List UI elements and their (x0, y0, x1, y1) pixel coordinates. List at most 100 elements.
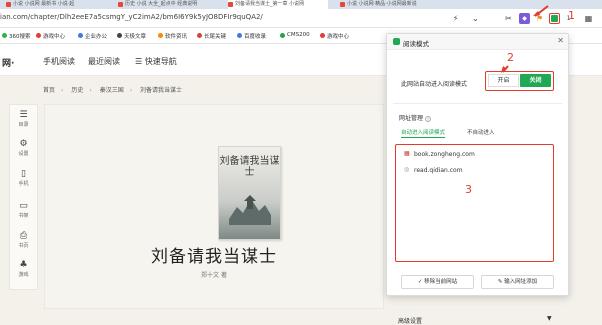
phone-icon: ▯ (21, 169, 26, 179)
close-icon[interactable]: ✕ (557, 36, 564, 45)
side-menu-book-page[interactable]: ⎙ 书页 (10, 231, 37, 249)
tab-strip: 小说 小说网 最新书 小说·起 历史 小说 大全_起点中 经典说明 刘备请我当谋… (0, 0, 602, 9)
bookmark-icon (158, 33, 163, 38)
book-card: 刘备请我当谋士 刘备请我当谋士 郑十文 著 (44, 104, 384, 309)
site-list-item[interactable]: ◎ read.qidian.com (404, 166, 463, 175)
bookmark-label: 游戏中心 (327, 34, 350, 40)
bookmark-icon (36, 33, 41, 38)
cover-landscape-icon (229, 195, 271, 225)
advanced-settings[interactable]: 高级设置 (398, 316, 422, 325)
browser-tab[interactable]: 历史 小说 大全_起点中 经典说明 (118, 0, 218, 9)
globe-icon: ◎ (404, 166, 410, 173)
popup-header: 阅读模式 ✕ (387, 34, 568, 50)
side-menu-settings[interactable]: ⚙ 设置 (10, 139, 37, 157)
add-site-button[interactable]: ✎ 输入网址添加 (481, 275, 554, 289)
cut-icon[interactable]: ✂ (503, 13, 514, 24)
chevron-down-icon[interactable]: ⌄ (470, 13, 481, 24)
menu-icon: ☰ (135, 57, 145, 66)
nav-quick-label: 快速导航 (144, 57, 177, 66)
auto-reading-label: 此网站自动进入阅读模式 (401, 81, 468, 88)
bookshelf-icon: ▭ (19, 201, 28, 211)
bookmark-icon (280, 33, 285, 38)
bookmark-item[interactable]: 软件资讯 (158, 32, 187, 40)
tab-never-enter[interactable]: 不自动进入 (467, 128, 495, 136)
annotation-number-3: 3 (465, 183, 472, 196)
bookmark-label: 360搜索 (9, 34, 31, 40)
address-bar: ian.com/chapter/Dlh2eeE7a5csmgY_yC2imA2/… (0, 9, 602, 28)
reader-mode-icon[interactable] (549, 13, 560, 24)
tab-favicon-icon (228, 2, 233, 7)
chevron-down-icon[interactable]: ▼ (547, 315, 552, 322)
site-logo[interactable]: 网· (2, 56, 14, 69)
bookmark-item[interactable]: CMS200 (280, 32, 310, 38)
tab-favicon-icon (340, 2, 345, 7)
bookmark-icon (117, 33, 122, 38)
disable-button[interactable]: 关闭 (520, 74, 551, 87)
side-menu-bookshelf[interactable]: ▭ 书架 (10, 201, 37, 219)
remove-site-button[interactable]: ✓ 移除当前网站 (401, 275, 474, 289)
breadcrumb-separator: › (129, 87, 133, 94)
browser-tab[interactable]: 小说 小说网·精品·小说网最新说 (340, 0, 440, 9)
bookmark-label: 长尾关键 (204, 34, 227, 40)
tab-favicon-icon (6, 2, 11, 7)
list-icon: ☰ (19, 110, 28, 120)
bookmark-label: 百度收录 (244, 34, 267, 40)
apps-grid-icon[interactable]: ▦ (583, 13, 594, 24)
lightning-icon[interactable]: ⚡ (450, 13, 461, 24)
site-url: read.qidian.com (414, 167, 463, 174)
bookmark-item[interactable]: 长尾关键 (197, 32, 226, 40)
book-cover[interactable]: 刘备请我当谋士 (218, 146, 281, 240)
side-menu-catalog[interactable]: ☰ 目录 (10, 110, 37, 128)
add-site-label: 输入网址添加 (504, 279, 538, 285)
breadcrumb-item[interactable]: 秦汉三国 (100, 87, 124, 94)
side-menu-phone[interactable]: ▯ 手机 (10, 169, 37, 187)
bookmark-icon (78, 33, 83, 38)
tab-label: 小说 小说网 最新书 小说·起 (13, 1, 75, 7)
browser-tab[interactable]: 小说 小说网 最新书 小说·起 (6, 0, 106, 9)
site-management-title: 网址管理? (399, 113, 432, 122)
bookmark-label: 天极文章 (124, 34, 147, 40)
tab-label: 刘备请我当谋士_第一章 小说网 (235, 1, 305, 7)
nav-mobile-read[interactable]: 手机阅读 (43, 56, 75, 67)
bookmark-item[interactable]: 百度收录 (237, 32, 266, 40)
browser-tab-active[interactable]: 刘备请我当谋士_第一章 小说网 (228, 0, 328, 9)
breadcrumb-separator: › (61, 87, 64, 94)
nav-quick[interactable]: ☰ 快速导航 (135, 56, 177, 67)
enable-button[interactable]: 开启 (488, 74, 519, 87)
settings-icon: ⚙ (19, 139, 28, 149)
tab-auto-enter[interactable]: 自动进入阅读模式 (401, 128, 446, 138)
remove-site-label: 移除当前网站 (424, 279, 458, 285)
bookmark-item[interactable]: 企业办公 (78, 32, 107, 40)
side-menu-label: 书页 (18, 243, 29, 249)
bookmark-icon (237, 33, 242, 38)
extension-icon[interactable]: ◆ (519, 13, 530, 24)
side-menu-label: 手机 (18, 181, 29, 187)
game-icon: ♣ (19, 260, 28, 270)
side-menu-label: 设置 (18, 151, 29, 157)
breadcrumb-item[interactable]: 刘备请我当谋士 (140, 87, 182, 94)
site-list-item[interactable]: ▦ book.zongheng.com (404, 150, 475, 159)
bookmark-item[interactable]: 天极文章 (117, 32, 146, 40)
reading-mode-popup: 阅读模式 ✕ 此网站自动进入阅读模式 开启 关闭 网址管理? 自动进入阅读模式 … (386, 33, 569, 325)
breadcrumb-item[interactable]: 历史 (71, 87, 83, 94)
side-menu: ☰ 目录 ⚙ 设置 ▯ 手机 ▭ 书架 ⎙ 书页 ♣ 游戏 (9, 104, 38, 290)
site-favicon-icon: ▦ (404, 150, 410, 157)
divider (393, 304, 562, 305)
side-menu-label: 游戏 (18, 272, 29, 278)
side-menu-game[interactable]: ♣ 游戏 (10, 260, 37, 278)
flag-icon[interactable]: ⚑ (534, 13, 545, 24)
bookmark-label: 游戏中心 (43, 34, 66, 40)
bookmark-item[interactable]: 游戏中心 (36, 32, 65, 40)
tab-label: 小说 小说网·精品·小说网最新说 (347, 1, 417, 7)
book-author[interactable]: 郑十文 著 (45, 270, 383, 279)
help-icon[interactable]: ? (425, 115, 432, 122)
bookmark-item[interactable]: 360搜索 (2, 32, 31, 40)
side-menu-label: 书架 (18, 213, 29, 219)
auto-reading-toggle: 开启 关闭 (485, 71, 554, 91)
tab-favicon-icon (118, 2, 123, 7)
url-field[interactable]: ian.com/chapter/Dlh2eeE7a5csmgY_yC2imA2/… (0, 13, 263, 21)
breadcrumb-item[interactable]: 首页 (43, 87, 55, 94)
nav-recent-read[interactable]: 最近阅读 (88, 56, 120, 67)
book-title: 刘备请我当谋士 (151, 247, 277, 267)
bookmark-item[interactable]: 游戏中心 (320, 32, 349, 40)
